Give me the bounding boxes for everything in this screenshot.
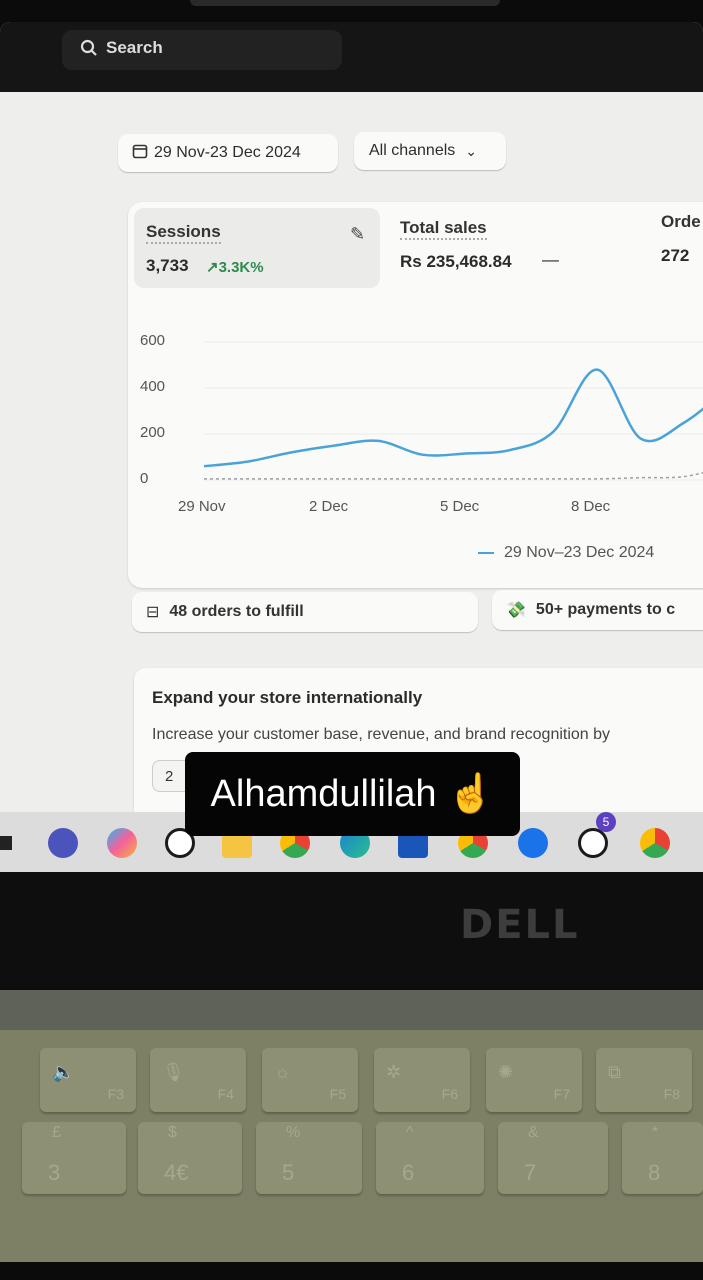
channels-label: All channels — [369, 142, 456, 159]
key-label: 6 — [402, 1160, 415, 1185]
mute-icon: 🔈 — [52, 1062, 75, 1082]
chart-legend: 29 Nov–23 Dec 2024 — [478, 544, 654, 562]
story-bottom-edge — [0, 1262, 703, 1280]
key-f4[interactable]: 🎙 F4 — [150, 1048, 246, 1112]
key-label: 4€ — [164, 1160, 189, 1185]
copilot-icon[interactable] — [107, 828, 137, 858]
chrome-canary-icon[interactable] — [640, 828, 670, 858]
promo-text: Increase your customer base, revenue, an… — [152, 726, 611, 743]
key-label: F8 — [663, 1086, 680, 1102]
mic-icon: 🎙 — [162, 1062, 185, 1082]
calendar-icon — [132, 143, 148, 164]
search-placeholder: Search — [106, 38, 163, 57]
laptop-screen: Search 29 Nov-23 Dec 2024 All channels ⌄… — [0, 22, 703, 872]
key-shift-label: £ — [52, 1124, 61, 1141]
key-3[interactable]: £3 — [22, 1122, 126, 1194]
key-label: 5 — [282, 1160, 295, 1185]
key-f6[interactable]: ✲ F6 — [374, 1048, 470, 1112]
payments-tile[interactable]: 💸 50+ payments to c — [492, 590, 703, 630]
story-caption: Alhamdullilah ☝️ — [185, 752, 520, 836]
key-label: 7 — [524, 1160, 537, 1185]
key-label: F6 — [441, 1086, 458, 1102]
key-8[interactable]: * 8 — [622, 1122, 703, 1194]
story-progress-notch — [190, 0, 500, 6]
legend-label: 29 Nov–23 Dec 2024 — [504, 544, 655, 561]
key-label: F3 — [107, 1086, 124, 1102]
brightness-down-icon: ✲ — [386, 1062, 402, 1082]
keyboard: 🔈 F3 🎙 F4 ☼ F5 ✲ F6 ✺ F7 ⧉ F8 £3 $4€ % 5 ^ 6 & 7 … — [0, 1030, 703, 1280]
legend-swatch — [478, 552, 494, 554]
key-6[interactable]: ^ 6 — [376, 1122, 484, 1194]
top-bar: Search — [0, 22, 703, 92]
sessions-chart — [203, 341, 703, 481]
keyboard-light-icon: ☼ — [274, 1062, 291, 1082]
payments-icon: 💸 — [506, 602, 526, 619]
key-4[interactable]: $4€ — [138, 1122, 242, 1194]
key-shift-label: * — [652, 1124, 659, 1141]
dell-logo: DELL — [460, 902, 580, 948]
key-shift-label: & — [528, 1124, 539, 1141]
key-label: F5 — [329, 1086, 346, 1102]
analytics-content: 29 Nov-23 Dec 2024 All channels ⌄ Sessio… — [0, 92, 703, 828]
display-icon: ⧉ — [608, 1062, 621, 1082]
key-label: F4 — [217, 1086, 234, 1102]
key-shift-label: $ — [168, 1124, 177, 1141]
key-f8[interactable]: ⧉ F8 — [596, 1048, 692, 1112]
payments-label: 50+ payments to c — [535, 601, 676, 618]
laptop-hinge — [0, 990, 703, 1030]
whatsapp-icon[interactable] — [578, 828, 608, 858]
key-5[interactable]: % 5 — [256, 1122, 362, 1194]
channels-filter[interactable]: All channels ⌄ — [354, 132, 506, 170]
promo-title: Expand your store internationally — [152, 688, 423, 707]
search-input[interactable]: Search — [62, 30, 342, 70]
key-f7[interactable]: ✺ F7 — [486, 1048, 582, 1112]
start-icon[interactable] — [0, 836, 12, 850]
sessions-series-line — [203, 368, 703, 468]
orders-box-icon: ⊟ — [146, 604, 160, 621]
search-icon — [80, 39, 98, 62]
key-7[interactable]: & 7 — [498, 1122, 608, 1194]
orders-to-fulfill-tile[interactable]: ⊟ 48 orders to fulfill — [132, 592, 478, 632]
teams-icon[interactable] — [48, 828, 78, 858]
key-shift-label: ^ — [406, 1124, 414, 1141]
date-range-label: 29 Nov-23 Dec 2024 — [154, 144, 301, 161]
key-label: 3 — [48, 1160, 61, 1185]
chevron-down-icon: ⌄ — [465, 142, 478, 159]
brightness-up-icon: ✺ — [498, 1062, 514, 1082]
key-f3[interactable]: 🔈 F3 — [40, 1048, 136, 1112]
metrics-card: Sessions 3,733 ↗3.3K% ✎ Total sales Rs 2… — [128, 202, 703, 588]
chrome-remote-icon[interactable] — [518, 828, 548, 858]
file-explorer-icon[interactable] — [222, 834, 252, 858]
comparison-series-line — [204, 472, 703, 480]
laptop-bezel: DELL — [0, 872, 703, 990]
notification-badge: 5 — [596, 812, 616, 832]
key-label: F7 — [553, 1086, 570, 1102]
orders-to-fulfill-label: 48 orders to fulfill — [169, 603, 304, 620]
key-label: 8 — [648, 1160, 661, 1185]
date-range-filter[interactable]: 29 Nov-23 Dec 2024 — [118, 134, 338, 172]
key-f5[interactable]: ☼ F5 — [262, 1048, 358, 1112]
key-shift-label: % — [286, 1124, 301, 1141]
